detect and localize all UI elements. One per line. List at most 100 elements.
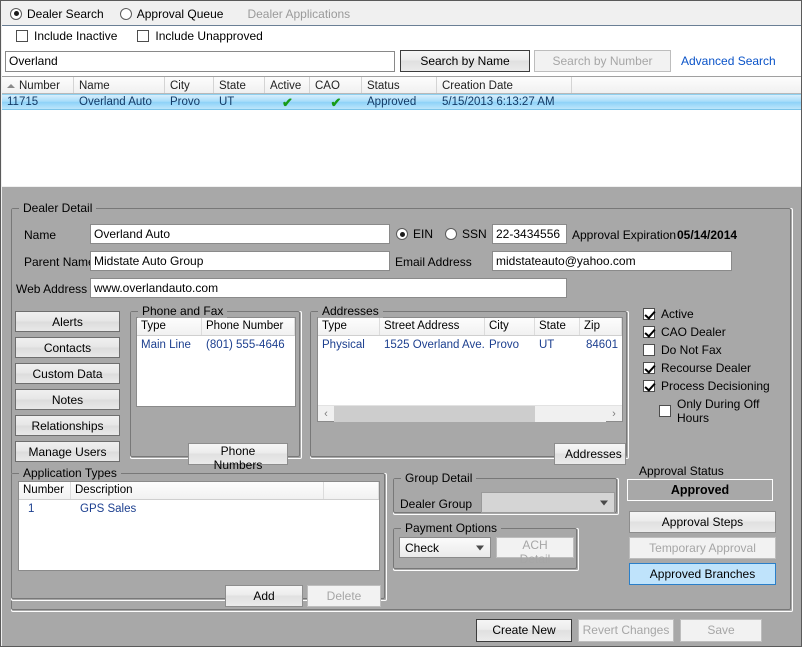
payment-method-select[interactable]: Check	[399, 537, 491, 558]
address-column-city[interactable]: City	[485, 318, 535, 335]
checkbox-process-decisioning[interactable]: Process Decisioning	[643, 379, 793, 393]
custom-data-button[interactable]: Custom Data	[15, 363, 120, 384]
checkbox-recourse-dealer-label: Recourse Dealer	[661, 361, 752, 375]
checkbox-include-inactive-icon	[16, 30, 28, 42]
web-address-field[interactable]	[90, 278, 567, 298]
approval-steps-button[interactable]: Approval Steps	[629, 511, 776, 533]
radio-approval-queue-label: Approval Queue	[136, 6, 224, 21]
approval-status-value-box: Approved	[627, 479, 773, 501]
contacts-button[interactable]: Contacts	[15, 337, 120, 358]
column-header-state[interactable]: State	[214, 77, 265, 93]
payment-method-value: Check	[405, 540, 440, 555]
address-row[interactable]: Physical 1525 Overland Ave. Provo UT 846…	[318, 336, 622, 353]
application-types-title: Application Types	[19, 466, 121, 480]
address-column-state[interactable]: State	[535, 318, 580, 335]
column-header-name[interactable]: Name	[74, 77, 165, 93]
address-column-street[interactable]: Street Address	[380, 318, 485, 335]
radio-ssn-icon	[445, 228, 457, 240]
relationships-button[interactable]: Relationships	[15, 415, 120, 436]
column-header-status[interactable]: Status	[362, 77, 437, 93]
radio-approval-queue[interactable]: Approval Queue	[119, 6, 224, 21]
radio-ssn-label: SSN	[462, 227, 487, 241]
scroll-thumb[interactable]	[334, 405, 536, 422]
addresses-title: Addresses	[318, 304, 383, 318]
results-grid: Number Name City State Active CAO Status…	[2, 76, 801, 186]
checkbox-include-inactive[interactable]: Include Inactive	[16, 29, 117, 43]
scroll-left-icon[interactable]: ‹	[318, 408, 334, 420]
create-new-button[interactable]: Create New	[476, 618, 572, 642]
apptype-column-filler	[324, 482, 379, 499]
address-cell-street: 1525 Overland Ave.	[384, 338, 485, 351]
column-header-city[interactable]: City	[165, 77, 214, 93]
radio-dealer-search[interactable]: Dealer Search	[10, 7, 104, 21]
phone-column-number[interactable]: Phone Number	[202, 318, 295, 335]
phone-column-type[interactable]: Type	[137, 318, 202, 335]
dealer-group-select[interactable]	[481, 492, 615, 513]
column-header-number-label: Number	[19, 79, 60, 92]
radio-ein[interactable]: EIN	[396, 227, 433, 241]
notes-button[interactable]: Notes	[15, 389, 120, 410]
advanced-search-link[interactable]: Advanced Search	[681, 54, 776, 68]
checkbox-do-not-fax[interactable]: Do Not Fax	[643, 343, 793, 357]
table-row[interactable]: 11715 Overland Auto Provo UT ✔ ✔ Approve…	[2, 94, 801, 110]
checkbox-process-decisioning-label: Process Decisioning	[661, 379, 770, 393]
radio-approval-queue-icon	[119, 7, 132, 20]
phone-cell-type: Main Line	[141, 338, 191, 351]
cell-state: UT	[219, 96, 235, 108]
checkbox-include-unapproved-label: Include Unapproved	[155, 29, 263, 43]
phone-grid[interactable]: Type Phone Number Main Line (801) 555-46…	[136, 317, 296, 407]
addresses-grid[interactable]: Type Street Address City State Zip Physi…	[317, 317, 623, 422]
checkbox-only-during-off-hours-label: Only During Off Hours	[677, 397, 760, 425]
column-header-active[interactable]: Active	[265, 77, 310, 93]
checkbox-only-during-off-hours[interactable]: Only During Off Hours	[643, 397, 793, 425]
phone-row[interactable]: Main Line (801) 555-4646	[137, 336, 295, 353]
cell-status: Approved	[367, 96, 417, 108]
checkbox-active[interactable]: Active	[643, 307, 793, 321]
parent-name-label: Parent Name	[24, 255, 95, 269]
column-header-cao[interactable]: CAO	[310, 77, 362, 93]
section-title: Dealer Applications	[247, 6, 351, 21]
checkbox-cao-dealer[interactable]: CAO Dealer	[643, 325, 793, 339]
side-button-stack: Alerts Contacts Custom Data Notes Relati…	[15, 311, 120, 467]
approval-expiration-label: Approval Expiration	[572, 228, 677, 242]
dealer-detail-title: Dealer Detail	[19, 201, 97, 215]
column-header-number[interactable]: Number	[2, 77, 74, 93]
addresses-button[interactable]: Addresses	[554, 443, 626, 465]
radio-ssn[interactable]: SSN	[445, 227, 487, 241]
tax-id-field[interactable]	[492, 224, 567, 244]
name-field[interactable]	[90, 224, 390, 244]
search-by-name-button[interactable]: Search by Name	[400, 50, 530, 72]
search-input[interactable]	[5, 50, 395, 72]
manage-users-button[interactable]: Manage Users	[15, 441, 120, 462]
address-column-type[interactable]: Type	[318, 318, 380, 335]
approved-branches-button[interactable]: Approved Branches	[629, 563, 776, 585]
apptype-column-description[interactable]: Description	[71, 482, 324, 499]
checkbox-include-unapproved[interactable]: Include Unapproved	[137, 29, 263, 43]
phone-and-fax-title: Phone and Fax	[138, 304, 228, 318]
chevron-down-icon	[476, 545, 484, 550]
application-types-grid-header: Number Description	[19, 482, 379, 500]
checkbox-include-unapproved-icon	[137, 30, 150, 42]
application-types-grid[interactable]: Number Description 1 GPS Sales	[18, 481, 380, 571]
apptype-row[interactable]: 1 GPS Sales	[19, 500, 379, 517]
email-field[interactable]	[492, 251, 732, 271]
cell-number: 11715	[7, 96, 39, 108]
address-column-zip[interactable]: Zip	[580, 318, 622, 335]
parent-name-field[interactable]	[90, 251, 390, 271]
apptype-cell-description: GPS Sales	[80, 502, 137, 515]
radio-dealer-search-icon	[10, 7, 22, 20]
checkbox-cao-dealer-icon	[643, 326, 655, 338]
email-label: Email Address	[395, 255, 472, 269]
dealer-applications-window: Dealer Search Approval Queue Dealer Appl…	[0, 0, 802, 647]
phone-numbers-button[interactable]: Phone Numbers	[188, 443, 288, 472]
scroll-right-icon[interactable]: ›	[606, 408, 622, 420]
phone-cell-number: (801) 555-4646	[206, 338, 285, 351]
cell-city: Provo	[170, 96, 201, 108]
apptype-column-number[interactable]: Number	[19, 482, 71, 499]
checkbox-recourse-dealer[interactable]: Recourse Dealer	[643, 361, 793, 375]
add-application-type-button[interactable]: Add	[225, 585, 303, 607]
addresses-horizontal-scrollbar[interactable]: ‹ ›	[318, 405, 622, 422]
scroll-track[interactable]	[334, 405, 606, 422]
column-header-creation-date[interactable]: Creation Date	[437, 77, 572, 93]
alerts-button[interactable]: Alerts	[15, 311, 120, 332]
